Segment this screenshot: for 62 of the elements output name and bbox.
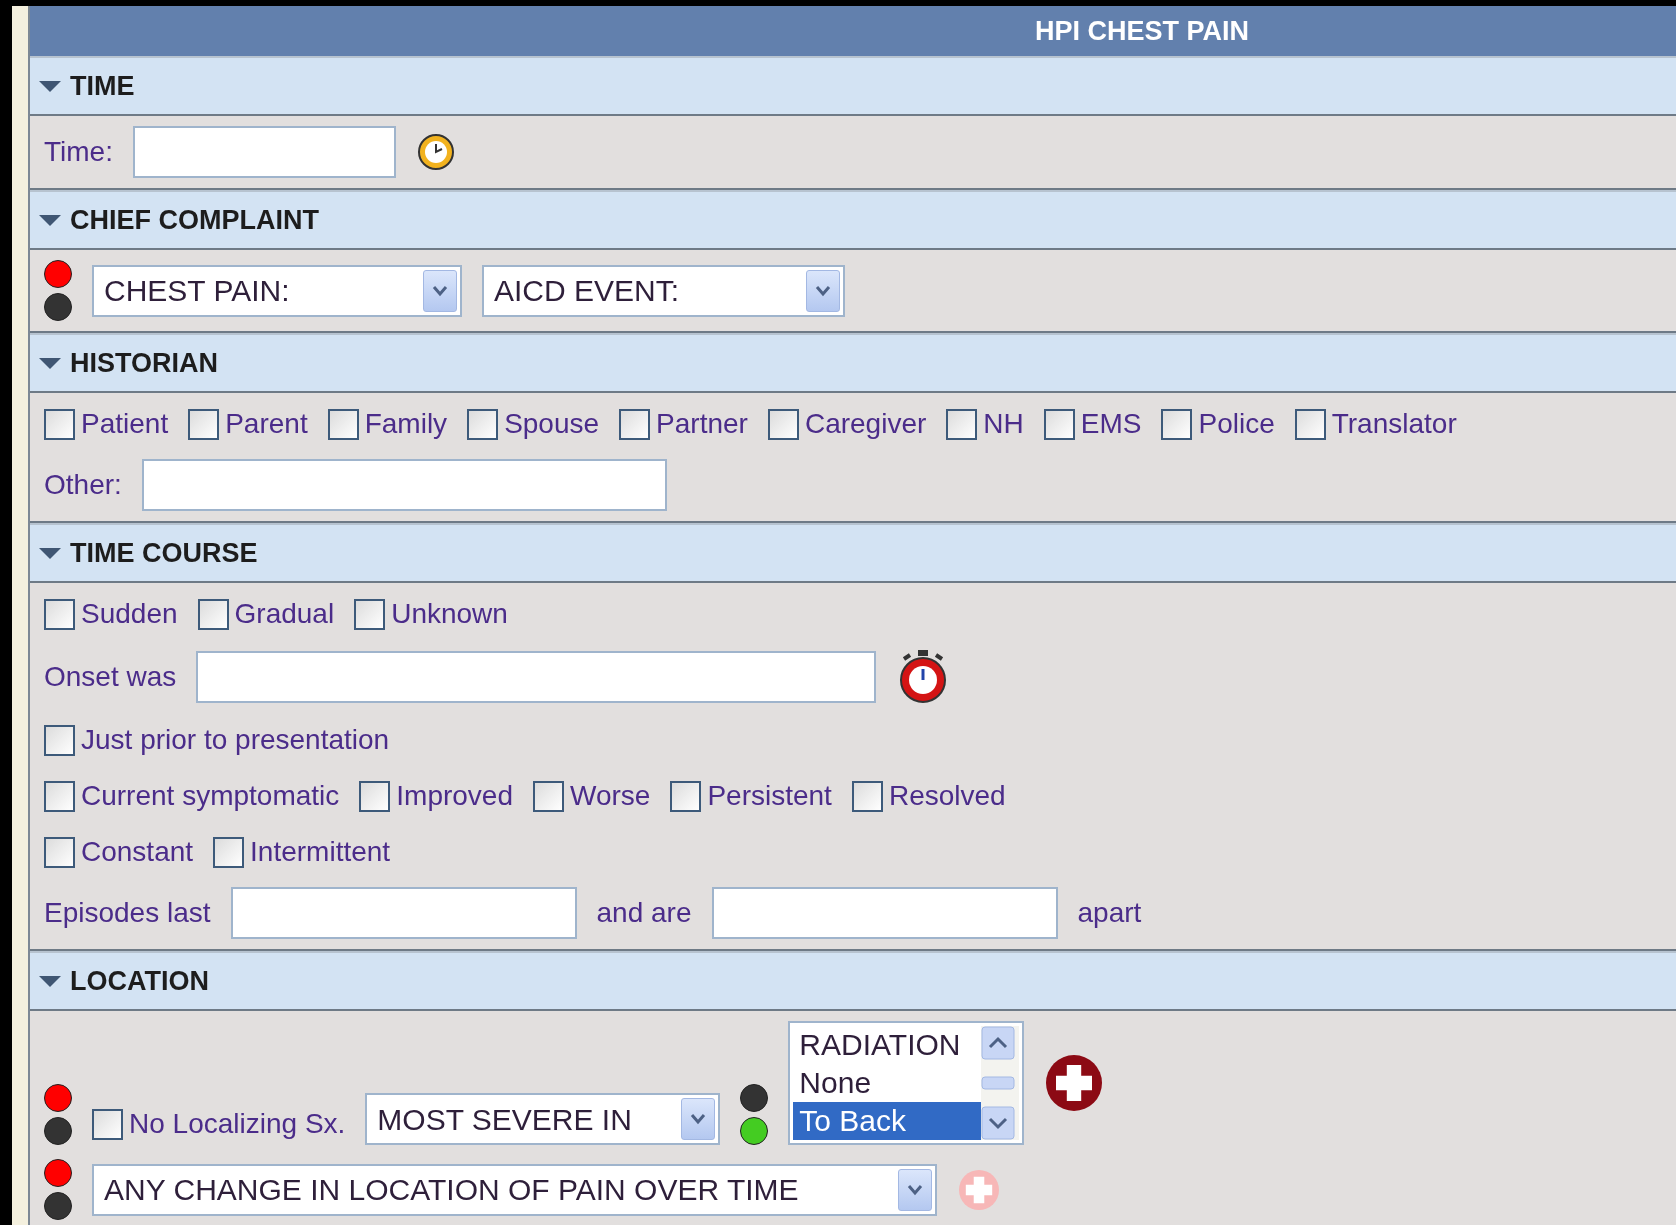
text-input[interactable] xyxy=(141,459,667,511)
collapse-icon xyxy=(38,546,62,560)
scroll-thumb-icon xyxy=(981,1076,1016,1090)
checkbox[interactable]: Unknown xyxy=(354,593,508,635)
checkbox[interactable]: Worse xyxy=(533,775,651,817)
section-header[interactable]: LOCATION xyxy=(30,951,1676,1009)
caret-icon xyxy=(907,1183,923,1196)
section-header[interactable]: TIME xyxy=(30,56,1676,114)
caret-icon xyxy=(690,1113,707,1125)
collapse-icon xyxy=(38,79,62,93)
clock-icon xyxy=(415,132,456,172)
text-input[interactable] xyxy=(711,887,1058,939)
list-item[interactable]: None xyxy=(793,1064,982,1102)
checkbox[interactable]: Constant xyxy=(44,831,194,873)
checkbox[interactable]: Translator xyxy=(1294,403,1457,445)
collapse-icon xyxy=(38,356,62,370)
section-header[interactable]: TIME COURSE xyxy=(30,523,1676,581)
dropdown[interactable]: MOST SEVERE IN xyxy=(365,1093,721,1145)
scroll-down-icon xyxy=(981,1106,1016,1140)
field-label: Other: xyxy=(44,468,122,502)
caret-icon xyxy=(815,284,831,297)
checkbox[interactable]: Improved xyxy=(359,775,513,817)
checkbox[interactable]: Spouse xyxy=(467,403,600,445)
dropdown[interactable]: AICD EVENT: xyxy=(482,264,845,317)
text-input[interactable] xyxy=(132,126,396,178)
text-input[interactable] xyxy=(196,651,877,703)
checkbox[interactable]: Intermittent xyxy=(213,831,391,873)
checkbox[interactable]: Patient xyxy=(44,403,169,445)
checkbox[interactable]: Gradual xyxy=(197,593,335,635)
field-label: apart xyxy=(1077,896,1142,930)
checkbox[interactable]: Partner xyxy=(619,403,748,445)
list-item[interactable]: RADIATION xyxy=(793,1026,982,1064)
checkbox[interactable]: No Localizing Sx. xyxy=(92,1103,346,1145)
checkbox[interactable]: Current symptomatic xyxy=(44,775,340,817)
list-box[interactable]: RADIATION None To Back xyxy=(788,1021,1025,1145)
dropdown[interactable]: CHEST PAIN: xyxy=(92,264,462,317)
checkbox[interactable]: Family xyxy=(327,403,448,445)
checkbox[interactable]: Parent xyxy=(188,403,308,445)
dropdown[interactable]: ANY CHANGE IN LOCATION OF PAIN OVER TIME xyxy=(92,1163,937,1216)
list-item[interactable]: To Back xyxy=(793,1102,982,1140)
section-header[interactable]: CHIEF COMPLAINT xyxy=(30,190,1676,248)
scroll-up-icon xyxy=(981,1026,1016,1060)
field-label: Episodes last xyxy=(44,896,211,930)
panel-title: HPI CHEST PAIN xyxy=(30,6,1676,56)
checkbox[interactable]: EMS xyxy=(1043,403,1142,445)
field-label: Onset was xyxy=(44,660,177,694)
collapse-icon xyxy=(38,213,62,227)
checkbox[interactable]: NH xyxy=(946,403,1024,445)
checkbox[interactable]: Just prior to presentation xyxy=(44,719,390,761)
caret-icon xyxy=(432,284,448,297)
checkbox[interactable]: Persistent xyxy=(670,775,832,817)
field-label: Time: xyxy=(44,135,113,169)
checkbox[interactable]: Police xyxy=(1161,403,1275,445)
field-label: and are xyxy=(596,896,692,930)
add-icon[interactable] xyxy=(1044,1053,1105,1113)
checkbox[interactable]: Caregiver xyxy=(767,403,927,445)
checkbox[interactable]: Resolved xyxy=(851,775,1006,817)
checkbox[interactable]: Sudden xyxy=(44,593,178,635)
collapse-icon xyxy=(38,974,62,988)
scrollbar[interactable] xyxy=(981,1026,1020,1140)
text-input[interactable] xyxy=(230,887,577,939)
section-header[interactable]: HISTORIAN xyxy=(30,333,1676,391)
